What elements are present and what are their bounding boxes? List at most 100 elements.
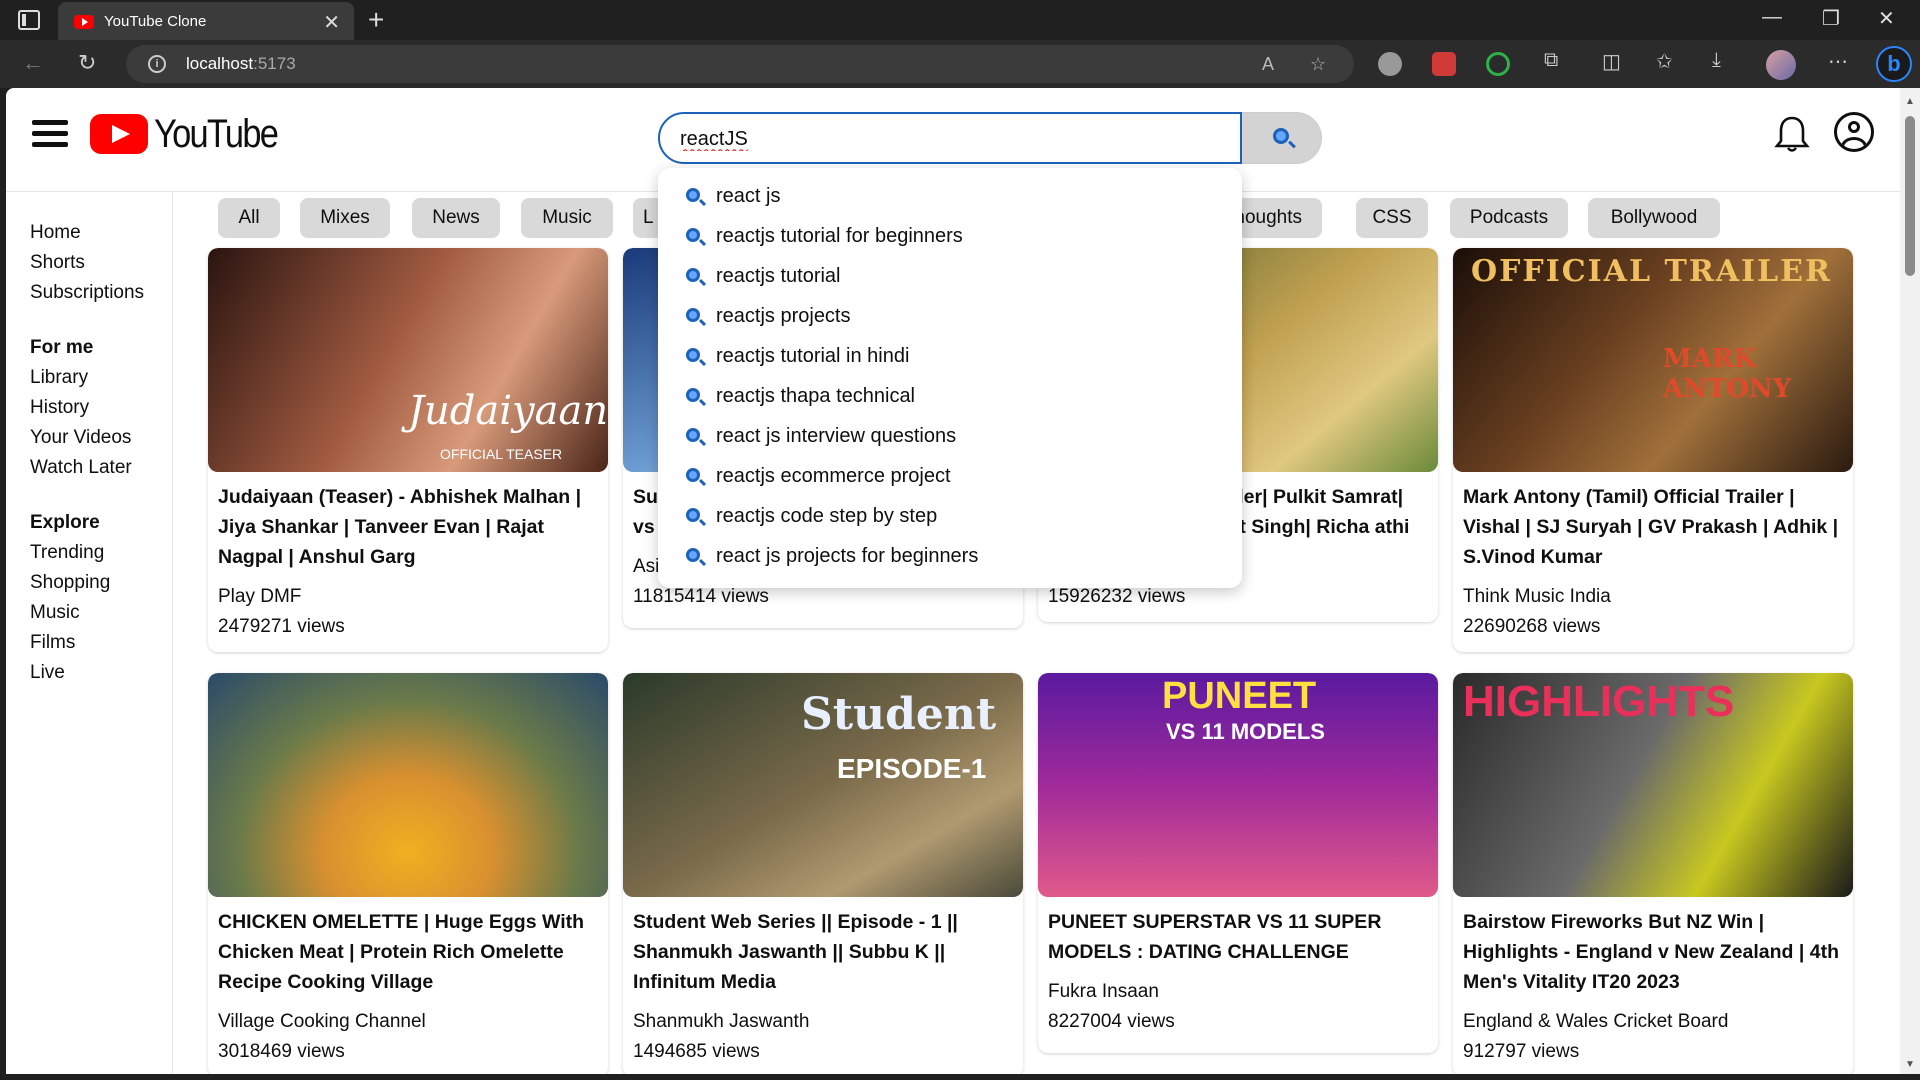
video-channel[interactable]: England & Wales Cricket Board (1453, 997, 1853, 1037)
notification-bell-icon[interactable] (1774, 114, 1810, 154)
sidebar-item-watch-later[interactable]: Watch Later (30, 453, 180, 483)
video-card[interactable]: CHICKEN OMELETTE | Huge Eggs With Chicke… (208, 673, 608, 1074)
sidebar: Home Shorts Subscriptions For me Library… (30, 218, 180, 688)
tab-actions-icon[interactable] (18, 10, 40, 30)
video-card[interactable]: OFFICIAL TRAILER MARK ANTONY Mark Antony… (1453, 248, 1853, 652)
search-icon (686, 468, 700, 482)
video-channel[interactable]: Play DMF (208, 572, 608, 612)
refresh-icon[interactable]: ↻ (78, 50, 96, 76)
video-channel[interactable]: Village Cooking Channel (208, 997, 608, 1037)
webpage: YouTube Home Shorts Subscriptions For me… (6, 88, 1900, 1074)
scrollbar-thumb[interactable] (1905, 116, 1915, 276)
suggestion-item[interactable]: reactjs projects (658, 296, 1242, 336)
split-screen-icon[interactable]: ◫ (1602, 49, 1621, 74)
favorites-icon[interactable]: ✩ (1656, 49, 1673, 74)
sidebar-item-library[interactable]: Library (30, 363, 180, 393)
address-bar[interactable]: i localhost:5173 A ☆ (126, 45, 1354, 83)
sidebar-item-music[interactable]: Music (30, 598, 180, 628)
video-channel[interactable]: Fukra Insaan (1038, 967, 1438, 1007)
sidebar-item-history[interactable]: History (30, 393, 180, 423)
video-channel[interactable]: Shanmukh Jaswanth (623, 997, 1023, 1037)
chip-mixes[interactable]: Mixes (300, 198, 390, 238)
video-card[interactable]: HIGHLIGHTS Bairstow Fireworks But NZ Win… (1453, 673, 1853, 1074)
extension-red-icon[interactable] (1432, 52, 1456, 76)
copilot-icon[interactable]: b (1876, 46, 1912, 82)
sidebar-item-subscriptions[interactable]: Subscriptions (30, 278, 180, 308)
video-thumbnail[interactable]: PUNEET VS 11 MODELS (1038, 673, 1438, 897)
video-thumbnail[interactable]: HIGHLIGHTS (1453, 673, 1853, 897)
suggestion-item[interactable]: react js (658, 176, 1242, 216)
more-options-icon[interactable]: ⋯ (1828, 49, 1848, 74)
suggestion-item[interactable]: react js projects for beginners (658, 536, 1242, 576)
sidebar-item-home[interactable]: Home (30, 218, 180, 248)
chip-bollywood[interactable]: Bollywood (1588, 198, 1720, 238)
video-channel[interactable]: Think Music India (1453, 572, 1853, 612)
scroll-down-icon[interactable]: ▼ (1905, 1059, 1915, 1070)
suggestion-item[interactable]: reactjs code step by step (658, 496, 1242, 536)
sidebar-item-live[interactable]: Live (30, 658, 180, 688)
video-title[interactable]: Bairstow Fireworks But NZ Win | Highligh… (1453, 897, 1853, 997)
video-card[interactable]: Student EPISODE-1 Student Web Series || … (623, 673, 1023, 1074)
video-title[interactable]: PUNEET SUPERSTAR VS 11 SUPER MODELS : DA… (1038, 897, 1438, 967)
search-input[interactable] (680, 125, 1220, 153)
extension-green-icon[interactable] (1486, 52, 1510, 76)
search-box[interactable] (658, 112, 1242, 164)
video-card[interactable]: Judaiyaan OFFICIAL TEASER Judaiyaan (Tea… (208, 248, 608, 652)
sidebar-item-your-videos[interactable]: Your Videos (30, 423, 180, 453)
video-views: 1494685 views (633, 1041, 760, 1062)
suggestion-item[interactable]: reactjs tutorial for beginners (658, 216, 1242, 256)
page-scrollbar[interactable]: ▲ ▼ (1900, 88, 1920, 1074)
sidebar-item-shopping[interactable]: Shopping (30, 568, 180, 598)
url-text[interactable]: localhost:5173 (186, 54, 296, 74)
window-bottom-border (0, 1074, 1920, 1080)
suggestion-item[interactable]: reactjs tutorial (658, 256, 1242, 296)
chip-all[interactable]: All (218, 198, 280, 238)
scroll-up-icon[interactable]: ▲ (1905, 96, 1915, 107)
profile-avatar[interactable] (1766, 50, 1796, 80)
video-title[interactable]: CHICKEN OMELETTE | Huge Eggs With Chicke… (208, 897, 608, 997)
video-card[interactable]: PUNEET VS 11 MODELS PUNEET SUPERSTAR VS … (1038, 673, 1438, 1053)
downloads-icon[interactable]: ⤓ (1712, 49, 1721, 72)
suggestion-item[interactable]: reactjs thapa technical (658, 376, 1242, 416)
browser-tab[interactable]: YouTube Clone ✕ (58, 2, 354, 40)
extension-gear-icon[interactable] (1378, 52, 1402, 76)
chip-podcasts[interactable]: Podcasts (1450, 198, 1568, 238)
hamburger-menu-icon[interactable] (32, 120, 68, 148)
search-icon (686, 348, 700, 362)
video-title[interactable]: Student Web Series || Episode - 1 || Sha… (623, 897, 1023, 997)
search-button[interactable] (1242, 112, 1322, 164)
minimize-icon[interactable]: — (1762, 6, 1782, 29)
video-views: 2479271 views (218, 616, 345, 637)
search-icon (686, 268, 700, 282)
video-thumbnail[interactable]: Judaiyaan OFFICIAL TEASER (208, 248, 608, 472)
suggestion-item[interactable]: reactjs ecommerce project (658, 456, 1242, 496)
extensions-puzzle-icon[interactable]: ⧉ (1544, 49, 1558, 72)
sidebar-heading-explore: Explore (30, 512, 100, 533)
read-aloud-icon[interactable]: A (1262, 54, 1274, 75)
chip-music[interactable]: Music (521, 198, 613, 238)
account-icon[interactable] (1834, 112, 1874, 152)
chip-news[interactable]: News (412, 198, 500, 238)
suggestion-item[interactable]: reactjs tutorial in hindi (658, 336, 1242, 376)
restore-icon[interactable]: ❐ (1822, 6, 1840, 31)
window-close-icon[interactable]: ✕ (1878, 6, 1895, 31)
site-info-icon[interactable]: i (148, 55, 166, 73)
tab-close-icon[interactable]: ✕ (323, 10, 340, 35)
video-thumbnail[interactable] (208, 673, 608, 897)
sidebar-item-films[interactable]: Films (30, 628, 180, 658)
video-title[interactable]: Judaiyaan (Teaser) - Abhishek Malhan | J… (208, 472, 608, 572)
sidebar-item-shorts[interactable]: Shorts (30, 248, 180, 278)
suggestion-item[interactable]: react js interview questions (658, 416, 1242, 456)
search-icon (686, 188, 700, 202)
search-icon (686, 508, 700, 522)
video-thumbnail[interactable]: OFFICIAL TRAILER MARK ANTONY (1453, 248, 1853, 472)
favorite-star-icon[interactable]: ☆ (1310, 54, 1326, 75)
video-title[interactable]: Mark Antony (Tamil) Official Trailer | V… (1453, 472, 1853, 572)
video-thumbnail[interactable]: Student EPISODE-1 (623, 673, 1023, 897)
back-icon[interactable]: ← (22, 50, 44, 76)
search-icon (686, 308, 700, 322)
search-icon (686, 228, 700, 242)
sidebar-item-trending[interactable]: Trending (30, 538, 180, 568)
new-tab-button[interactable]: + (368, 4, 384, 36)
chip-css[interactable]: CSS (1356, 198, 1428, 238)
